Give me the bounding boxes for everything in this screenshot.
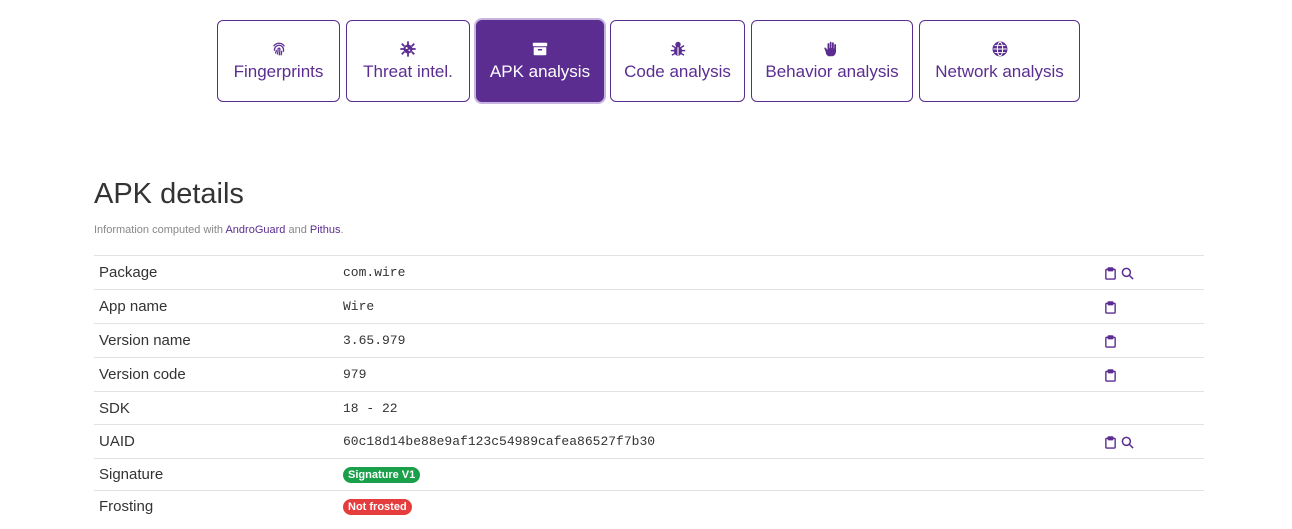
row-value: 3.65.979 (338, 323, 1104, 358)
tab-code-analysis[interactable]: Code analysis (610, 20, 745, 102)
pithus-link[interactable]: Pithus (310, 224, 341, 236)
clipboard-icon[interactable] (1104, 334, 1117, 348)
globe-icon (991, 40, 1009, 58)
subtitle-prefix: Information computed with (94, 224, 226, 236)
row-value: Wire (338, 289, 1104, 324)
frosting-badge: Not frosted (343, 498, 412, 515)
row-key: App name (94, 289, 338, 324)
androguard-link[interactable]: AndroGuard (225, 224, 285, 236)
search-icon[interactable] (1121, 436, 1134, 449)
subtitle-conj: and (285, 224, 310, 236)
row-value: Signature V1 (338, 458, 1104, 491)
tab-label: Network analysis (935, 62, 1064, 81)
signature-badge: Signature V1 (343, 466, 421, 483)
table-row: Frosting Not frosted (94, 490, 1204, 523)
fingerprint-icon (270, 40, 288, 58)
row-value: 18 - 22 (338, 391, 1104, 425)
table-row: Signature Signature V1 (94, 458, 1204, 491)
search-icon[interactable] (1121, 267, 1134, 280)
tab-label: Behavior analysis (765, 62, 899, 81)
row-actions (1104, 490, 1204, 523)
row-actions (1104, 289, 1204, 324)
tab-label: APK analysis (489, 62, 591, 81)
clipboard-icon[interactable] (1104, 300, 1117, 314)
row-actions (1104, 424, 1204, 459)
page-title: APK details (94, 178, 244, 210)
archive-icon (531, 40, 549, 58)
table-row: App name Wire (94, 289, 1204, 324)
bug-icon (669, 40, 687, 58)
row-key: SDK (94, 391, 338, 425)
row-key: Package (94, 255, 338, 290)
clipboard-icon[interactable] (1104, 435, 1117, 449)
row-actions (1104, 458, 1204, 491)
row-actions (1104, 323, 1204, 358)
table-row: UAID 60c18d14be88e9af123c54989cafea86527… (94, 424, 1204, 459)
row-value: 979 (338, 357, 1104, 392)
row-value: 60c18d14be88e9af123c54989cafea86527f7b30 (338, 424, 1104, 459)
clipboard-icon[interactable] (1104, 266, 1117, 280)
tab-network-analysis[interactable]: Network analysis (919, 20, 1080, 102)
row-value: Not frosted (338, 490, 1104, 523)
row-actions (1104, 357, 1204, 392)
table-row: Version name 3.65.979 (94, 323, 1204, 358)
tab-label: Fingerprints (233, 62, 324, 81)
virus-icon (399, 40, 417, 58)
subtitle-suffix: . (340, 224, 344, 236)
tab-apk-analysis[interactable]: APK analysis (476, 20, 604, 102)
tab-label: Code analysis (624, 62, 731, 81)
table-row: Package com.wire (94, 255, 1204, 290)
clipboard-icon[interactable] (1104, 368, 1117, 382)
analysis-tabs: Fingerprints Threat intel. APK analysis … (217, 20, 1086, 102)
row-key: Signature (94, 458, 338, 491)
table-row: SDK 18 - 22 (94, 391, 1204, 425)
row-key: UAID (94, 424, 338, 459)
tab-threat-intel[interactable]: Threat intel. (346, 20, 470, 102)
row-key: Version name (94, 323, 338, 358)
table-row: Version code 979 (94, 357, 1204, 392)
hand-icon (823, 40, 841, 58)
tab-behavior-analysis[interactable]: Behavior analysis (751, 20, 913, 102)
row-actions (1104, 391, 1204, 425)
section-subtitle: Information computed with AndroGuard and… (94, 224, 344, 236)
apk-details-table: Package com.wire App name Wire Version n… (94, 255, 1204, 523)
tab-label: Threat intel. (363, 62, 453, 81)
row-value: com.wire (338, 255, 1104, 290)
tab-fingerprints[interactable]: Fingerprints (217, 20, 340, 102)
row-key: Version code (94, 357, 338, 392)
row-key: Frosting (94, 490, 338, 523)
row-actions (1104, 255, 1204, 290)
